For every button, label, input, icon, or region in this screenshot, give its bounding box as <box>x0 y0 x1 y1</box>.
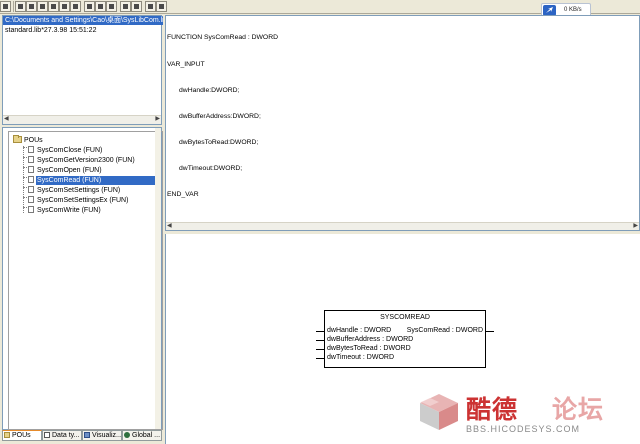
cut-icon[interactable] <box>15 1 26 12</box>
tab-pous[interactable]: POUs <box>2 430 42 441</box>
tab-label: Data ty... <box>52 432 80 439</box>
toolbar-separator <box>13 1 14 12</box>
tab-label: Visualiz... <box>92 432 122 439</box>
pou-icon <box>28 206 34 213</box>
pou-icon <box>28 156 34 163</box>
vertical-scrollbar[interactable] <box>155 128 161 429</box>
declaration-line: END_VAR <box>167 191 199 199</box>
tree-item-label: SysComWrite (FUN) <box>37 207 101 214</box>
input-pin[interactable] <box>316 349 324 350</box>
tree-item-syscomopen[interactable]: SysComOpen (FUN) <box>23 166 103 175</box>
visualization-icon <box>84 432 90 438</box>
library-entry[interactable]: standard.lib*27.3.98 15:51:22 <box>5 26 96 35</box>
function-block-title: SYSCOMREAD <box>380 314 430 321</box>
declaration-line: VAR_INPUT <box>167 60 205 68</box>
function-block[interactable]: SYSCOMREAD dwHandle : DWORD dwBufferAddr… <box>316 310 494 368</box>
declaration-line: dwTimeout:DWORD; <box>179 164 243 172</box>
tree-root-label: POUs <box>24 137 43 144</box>
tree-item-syscomwrite[interactable]: SysComWrite (FUN) <box>23 206 102 215</box>
declaration-text[interactable]: FUNCTION SysComRead : DWORD VAR_INPUT dw… <box>167 17 278 217</box>
input-label: dwBytesToRead : DWORD <box>327 345 411 352</box>
tree-item-label: SysComRead (FUN) <box>36 176 156 185</box>
cube-logo-icon <box>420 394 458 430</box>
tab-visualizations[interactable]: Visualiz... <box>82 430 122 441</box>
tree-item-label: SysComSetSettingsEx (FUN) <box>37 197 129 204</box>
pou-icon <box>28 176 34 183</box>
stop-icon[interactable] <box>106 1 117 12</box>
horizontal-scrollbar[interactable]: ◀ ▶ <box>3 115 161 124</box>
paste-icon[interactable] <box>37 1 48 12</box>
tab-label: Global ... <box>132 432 161 439</box>
declaration-line: dwHandle:DWORD; <box>179 86 240 94</box>
input-label: dwHandle : DWORD <box>327 327 392 334</box>
data-types-icon <box>44 432 50 438</box>
globe-icon <box>124 432 130 438</box>
library-path[interactable]: C:\Documents and Settings\Cao\桌面\SysLibC… <box>3 16 163 25</box>
replace-icon[interactable] <box>70 1 81 12</box>
tree-item-syscomsetsettings[interactable]: SysComSetSettings (FUN) <box>23 186 121 195</box>
object-tabs: POUs Data ty... Visualiz... Global ... <box>2 430 162 442</box>
find-next-icon[interactable] <box>59 1 70 12</box>
toolbar-button[interactable] <box>145 1 156 12</box>
input-pin[interactable] <box>316 340 324 341</box>
forum-watermark: 酷德 论坛 BBS.HICODESYS.COM <box>418 388 640 444</box>
declaration-line: FUNCTION SysComRead : DWORD <box>167 34 279 42</box>
library-pane: C:\Documents and Settings\Cao\桌面\SysLibC… <box>2 15 163 125</box>
output-label: SysComRead : DWORD <box>406 327 483 334</box>
folder-icon <box>13 135 22 143</box>
monitor-icon[interactable] <box>131 1 142 12</box>
input-pin[interactable] <box>316 358 324 359</box>
arrow-right-icon[interactable]: ▶ <box>633 222 638 229</box>
horizontal-scrollbar[interactable]: ◀ ▶ <box>166 222 639 230</box>
tree-item-syscomgetversion2300[interactable]: SysComGetVersion2300 (FUN) <box>23 156 136 165</box>
tree-item-syscomsetsettingsex[interactable]: SysComSetSettingsEx (FUN) <box>23 196 129 205</box>
declaration-line: dwBufferAddress:DWORD; <box>179 112 261 120</box>
pou-icon <box>28 166 34 173</box>
toolbar-button[interactable] <box>156 1 167 12</box>
breakpoint-icon[interactable] <box>120 1 131 12</box>
arrow-right-icon[interactable]: ▶ <box>155 115 160 122</box>
toolbar-button[interactable] <box>0 1 11 12</box>
find-icon[interactable] <box>48 1 59 12</box>
tree-item-syscomclose[interactable]: SysComClose (FUN) <box>23 146 103 155</box>
tab-label: POUs <box>12 432 31 439</box>
tree-item-syscomread[interactable]: SysComRead (FUN) <box>23 176 156 185</box>
declaration-editor[interactable]: FUNCTION SysComRead : DWORD VAR_INPUT dw… <box>165 15 640 231</box>
network-speed-label: 0 KB/s <box>564 7 582 13</box>
tree-root-pous[interactable]: POUs <box>13 135 43 145</box>
watermark-brand: 酷德 <box>466 395 519 424</box>
pou-icon <box>28 196 34 203</box>
pou-tree: POUs SysComClose (FUN) SysComGetVersion2… <box>8 131 163 430</box>
arrow-left-icon[interactable]: ◀ <box>4 115 9 122</box>
input-label: dwTimeout : DWORD <box>327 354 395 361</box>
pou-tree-pane: POUs SysComClose (FUN) SysComGetVersion2… <box>2 127 163 430</box>
step-icon[interactable] <box>84 1 95 12</box>
pou-icon <box>28 146 34 153</box>
tree-item-label: SysComOpen (FUN) <box>37 167 102 174</box>
run-icon[interactable] <box>95 1 106 12</box>
copy-icon[interactable] <box>26 1 37 12</box>
tab-global-variables[interactable]: Global ... <box>122 430 162 441</box>
folder-icon <box>4 432 10 438</box>
output-pin[interactable] <box>486 331 494 332</box>
watermark-url: BBS.HICODESYS.COM <box>466 424 581 434</box>
tree-item-label: SysComGetVersion2300 (FUN) <box>37 157 135 164</box>
arrow-left-icon[interactable]: ◀ <box>167 222 172 229</box>
tree-item-label: SysComClose (FUN) <box>37 147 103 154</box>
pou-icon <box>28 186 34 193</box>
tree-item-label: SysComSetSettings (FUN) <box>37 187 121 194</box>
input-label: dwBufferAddress : DWORD <box>327 336 414 343</box>
input-pin[interactable] <box>316 331 324 332</box>
watermark-forum: 论坛 <box>552 395 605 424</box>
tab-data-types[interactable]: Data ty... <box>42 430 82 441</box>
declaration-line: dwBytesToRead:DWORD; <box>179 138 259 146</box>
